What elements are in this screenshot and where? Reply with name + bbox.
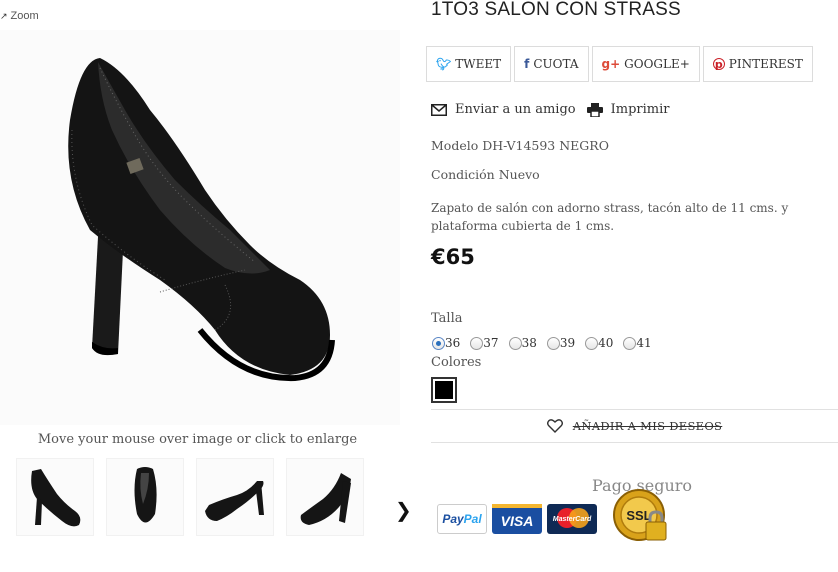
size-option-40[interactable]: 40 [585,336,613,350]
size-option-41[interactable]: 41 [623,336,652,350]
condition-label: Condición [431,167,495,182]
share-buttons: 🐦︎ TWEET f CUOTA g+ GOOGLE+ p PINTEREST [426,46,813,82]
pinterest-label: PINTEREST [728,57,803,71]
thumbnail-image [31,469,81,527]
model-value: DH-V14593 NEGRO [482,138,609,153]
payment-methods: Pay Pal VISA MasterCard [437,504,597,534]
size-option-label: 38 [521,336,537,350]
size-radio[interactable] [432,336,445,350]
tweet-label: TWEET [455,57,502,71]
main-product-image[interactable] [0,30,400,425]
size-label: Talla [431,311,463,326]
size-radio[interactable] [546,336,560,350]
thumbnail-image [205,481,264,521]
size-option-label: 40 [598,336,614,350]
add-to-wishlist-button[interactable]: AÑADIR A MIS DESEOS [431,409,838,443]
model-row: Modelo DH-V14593 NEGRO [431,138,609,153]
ssl-badge: SSL [613,489,667,541]
thumbnail[interactable] [106,458,184,536]
size-radio[interactable] [585,336,599,350]
thumbnail-image [300,473,351,525]
zoom-label: Zoom [10,10,39,22]
condition-row: Condición Nuevo [431,167,540,182]
product-actions: Enviar a un amigo Imprimir [431,102,680,117]
twitter-icon: 🐦︎ [436,57,452,71]
google-plus-label: GOOGLE+ [624,57,690,71]
condition-value: Nuevo [498,167,540,182]
cuota-button[interactable]: f CUOTA [514,46,589,82]
zoom-indicator: ↗ Zoom [0,10,39,22]
thumbnail-strip [0,455,420,545]
color-label: Colores [431,355,482,370]
svg-text:SSL: SSL [626,508,651,523]
size-option-39[interactable]: 39 [546,336,576,350]
heart-icon [546,419,563,433]
size-option-37[interactable]: 37 [470,336,499,350]
thumbnail[interactable] [196,458,274,536]
size-radio[interactable] [508,336,522,350]
image-hint: Move your mouse over image or click to e… [37,432,358,447]
size-option-38[interactable]: 38 [508,336,537,350]
size-option-label: 36 [445,336,461,350]
shoe-image [68,58,335,382]
pinterest-icon: p [712,58,725,71]
print-label: Imprimir [610,102,670,117]
magnifier-icon: ↗ [0,10,8,21]
size-option-label: 41 [636,336,652,350]
size-option-36[interactable]: 36 [432,336,460,350]
size-radio[interactable] [470,336,484,350]
model-label: Modelo [431,138,479,153]
wishlist-label: AÑADIR A MIS DESEOS [572,419,723,433]
product-title: 1TO3 SALON CON STRASS [431,0,681,20]
visa-logo: VISA [492,504,542,534]
send-to-friend-link[interactable]: Enviar a un amigo [431,102,576,117]
thumbnail[interactable] [286,458,364,536]
printer-icon [586,102,603,117]
product-price: €65 [431,245,475,269]
thumbnail-image [134,467,157,523]
mastercard-logo: MasterCard [547,504,597,534]
google-plus-button[interactable]: g+ GOOGLE+ [591,46,700,82]
envelope-icon [431,103,447,116]
pinterest-button[interactable]: p PINTEREST [702,46,813,82]
tweet-button[interactable]: 🐦︎ TWEET [426,46,512,82]
google-plus-icon: g+ [601,57,621,71]
thumbnail[interactable] [16,458,94,536]
send-to-friend-label: Enviar a un amigo [455,102,576,117]
product-description: Zapato de salón con adorno strass, tacón… [431,201,789,233]
size-options: 36 37 38 39 40 41 [432,336,662,350]
size-option-label: 39 [559,336,576,350]
color-swatch-black[interactable] [431,377,457,403]
size-radio[interactable] [623,336,637,350]
cuota-label: CUOTA [533,57,579,71]
size-option-label: 37 [483,336,499,350]
chevron-right-icon[interactable]: ❯ [395,498,412,522]
paypal-logo: Pay Pal [437,504,487,534]
facebook-icon: f [524,57,530,71]
print-link[interactable]: Imprimir [586,102,670,117]
